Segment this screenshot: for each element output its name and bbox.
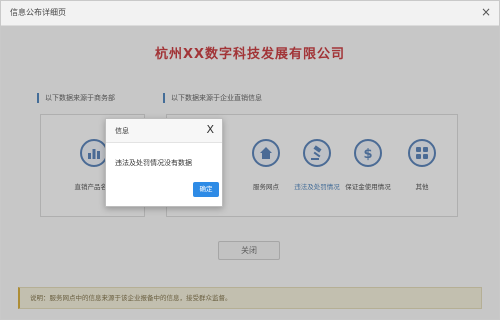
dialog-message: 违法及处罚情况没有数据 xyxy=(115,159,192,167)
modal-overlay xyxy=(1,26,499,319)
dialog-header: 信息 X xyxy=(106,119,222,143)
dialog-close-icon[interactable]: X xyxy=(206,123,214,137)
info-dialog: 信息 X 违法及处罚情况没有数据 确定 xyxy=(105,118,223,207)
dialog-title: 信息 xyxy=(115,127,129,135)
window-titlebar: 信息公布详细页 × xyxy=(1,1,499,26)
info-window: 信息公布详细页 × 杭州XX数字科技发展有限公司 以下数据来源于商务部 以下数据… xyxy=(0,0,500,320)
window-title: 信息公布详细页 xyxy=(10,8,66,17)
dialog-ok-button[interactable]: 确定 xyxy=(193,182,219,197)
window-close-icon[interactable]: × xyxy=(481,5,491,19)
